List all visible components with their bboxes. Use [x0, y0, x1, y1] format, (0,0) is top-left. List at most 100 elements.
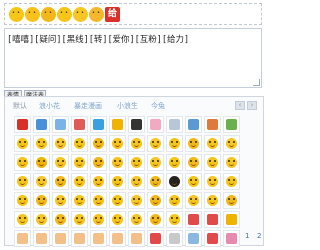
emoji-cell[interactable]	[90, 192, 107, 209]
emoji-cell[interactable]	[147, 135, 164, 152]
panel-tab-langxiaohua[interactable]: 浪小花	[39, 100, 60, 112]
emoji-cell[interactable]	[52, 135, 69, 152]
emoji-cell[interactable]	[109, 173, 126, 190]
emoji-cell[interactable]	[71, 116, 88, 133]
emoji-cell[interactable]	[71, 173, 88, 190]
emoji-cell[interactable]	[128, 116, 145, 133]
emoji-cell[interactable]	[204, 192, 221, 209]
shy-face-icon[interactable]: ••	[89, 7, 104, 22]
emoji-cell[interactable]	[90, 135, 107, 152]
emoji-cell[interactable]	[109, 116, 126, 133]
emoji-cell[interactable]	[204, 116, 221, 133]
emoji-cell[interactable]	[71, 135, 88, 152]
emoji-cell[interactable]	[185, 135, 202, 152]
message-textarea[interactable]: [嘻嘻][疑问][黑线][转][爱你][互粉][给力]	[4, 28, 262, 88]
panel-tab-xiaolangsheng[interactable]: 小浪生	[117, 100, 138, 112]
emoji-cell[interactable]	[14, 230, 31, 247]
emoji-cell[interactable]	[223, 173, 240, 190]
emoji-cell[interactable]	[109, 135, 126, 152]
emoji-cell[interactable]	[71, 192, 88, 209]
smiley-face-icon[interactable]: ••	[9, 7, 24, 22]
page-1-link[interactable]: 1	[245, 232, 249, 240]
emoji-cell[interactable]	[223, 135, 240, 152]
emoji-cell[interactable]	[52, 230, 69, 247]
wink-face-icon[interactable]: ••	[57, 7, 72, 22]
emoji-cell[interactable]	[14, 173, 31, 190]
emoji-cell[interactable]	[52, 192, 69, 209]
emoji-cell[interactable]	[52, 211, 69, 228]
laughing-face-icon[interactable]: ••	[73, 7, 88, 22]
emoji-cell[interactable]	[166, 211, 183, 228]
emoji-cell[interactable]	[71, 154, 88, 171]
emoji-cell[interactable]	[52, 154, 69, 171]
emoji-cell[interactable]	[128, 135, 145, 152]
emoji-cell[interactable]	[166, 230, 183, 247]
emoji-cell[interactable]	[33, 173, 50, 190]
emoji-cell[interactable]	[128, 192, 145, 209]
emoji-cell[interactable]	[128, 230, 145, 247]
emoji-cell[interactable]	[166, 135, 183, 152]
emoji-cell[interactable]	[147, 230, 164, 247]
emoji-cell[interactable]	[33, 135, 50, 152]
emoji-cell[interactable]	[71, 230, 88, 247]
emoji-cell[interactable]	[185, 211, 202, 228]
emoji-cell[interactable]	[204, 173, 221, 190]
emoji-cell[interactable]	[14, 135, 31, 152]
cool-face-icon[interactable]: ••	[41, 7, 56, 22]
emoji-cell[interactable]	[223, 230, 240, 247]
emoji-cell[interactable]	[109, 154, 126, 171]
resize-grip[interactable]	[253, 79, 260, 86]
emoji-cell[interactable]	[223, 154, 240, 171]
emoji-cell[interactable]	[147, 154, 164, 171]
emoji-cell[interactable]	[109, 192, 126, 209]
emoji-cell[interactable]	[223, 211, 240, 228]
emoji-cell[interactable]	[90, 154, 107, 171]
emoji-cell[interactable]	[90, 230, 107, 247]
emoji-cell[interactable]	[90, 116, 107, 133]
emoji-cell[interactable]	[147, 173, 164, 190]
emoji-cell[interactable]	[33, 192, 50, 209]
emoji-cell[interactable]	[147, 211, 164, 228]
page-2-link[interactable]: 2	[257, 232, 261, 240]
panel-tab-default[interactable]: 默认	[13, 100, 27, 112]
emoji-cell[interactable]	[147, 192, 164, 209]
gift-icon[interactable]: 给	[105, 7, 120, 22]
emoji-cell[interactable]	[90, 173, 107, 190]
emoji-cell[interactable]	[166, 154, 183, 171]
emoji-cell[interactable]	[14, 211, 31, 228]
emoji-cell[interactable]	[185, 173, 202, 190]
emoji-cell[interactable]	[185, 230, 202, 247]
emoji-cell[interactable]	[14, 192, 31, 209]
emoji-cell[interactable]	[223, 116, 240, 133]
emoji-cell[interactable]	[204, 211, 221, 228]
emoji-cell[interactable]	[33, 230, 50, 247]
emoji-cell[interactable]	[166, 192, 183, 209]
emoji-cell[interactable]	[52, 173, 69, 190]
emoji-cell[interactable]	[128, 211, 145, 228]
grinning-face-icon[interactable]: ••	[25, 7, 40, 22]
emoji-cell[interactable]	[147, 116, 164, 133]
panel-tab-jintu[interactable]: 今兔	[151, 100, 165, 112]
emoji-cell[interactable]	[128, 173, 145, 190]
emoji-cell[interactable]	[204, 135, 221, 152]
emoji-cell[interactable]	[52, 116, 69, 133]
emoji-cell[interactable]	[223, 192, 240, 209]
emoji-cell[interactable]	[109, 230, 126, 247]
emoji-cell[interactable]	[33, 211, 50, 228]
emoji-cell[interactable]	[90, 211, 107, 228]
emoji-cell[interactable]	[204, 154, 221, 171]
panel-tab-baozou[interactable]: 暴走漫画	[74, 100, 102, 112]
emoji-cell[interactable]	[71, 211, 88, 228]
emoji-cell[interactable]	[33, 154, 50, 171]
emoji-cell[interactable]	[33, 116, 50, 133]
emoji-cell[interactable]	[14, 154, 31, 171]
emoji-cell[interactable]	[204, 230, 221, 247]
emoji-cell[interactable]	[166, 173, 183, 190]
next-tabs-button[interactable]: ›	[247, 101, 257, 110]
emoji-cell[interactable]	[185, 154, 202, 171]
emoji-cell[interactable]	[14, 116, 31, 133]
emoji-cell[interactable]	[185, 192, 202, 209]
emoji-cell[interactable]	[185, 116, 202, 133]
prev-tabs-button[interactable]: ‹	[235, 101, 245, 110]
emoji-cell[interactable]	[166, 116, 183, 133]
